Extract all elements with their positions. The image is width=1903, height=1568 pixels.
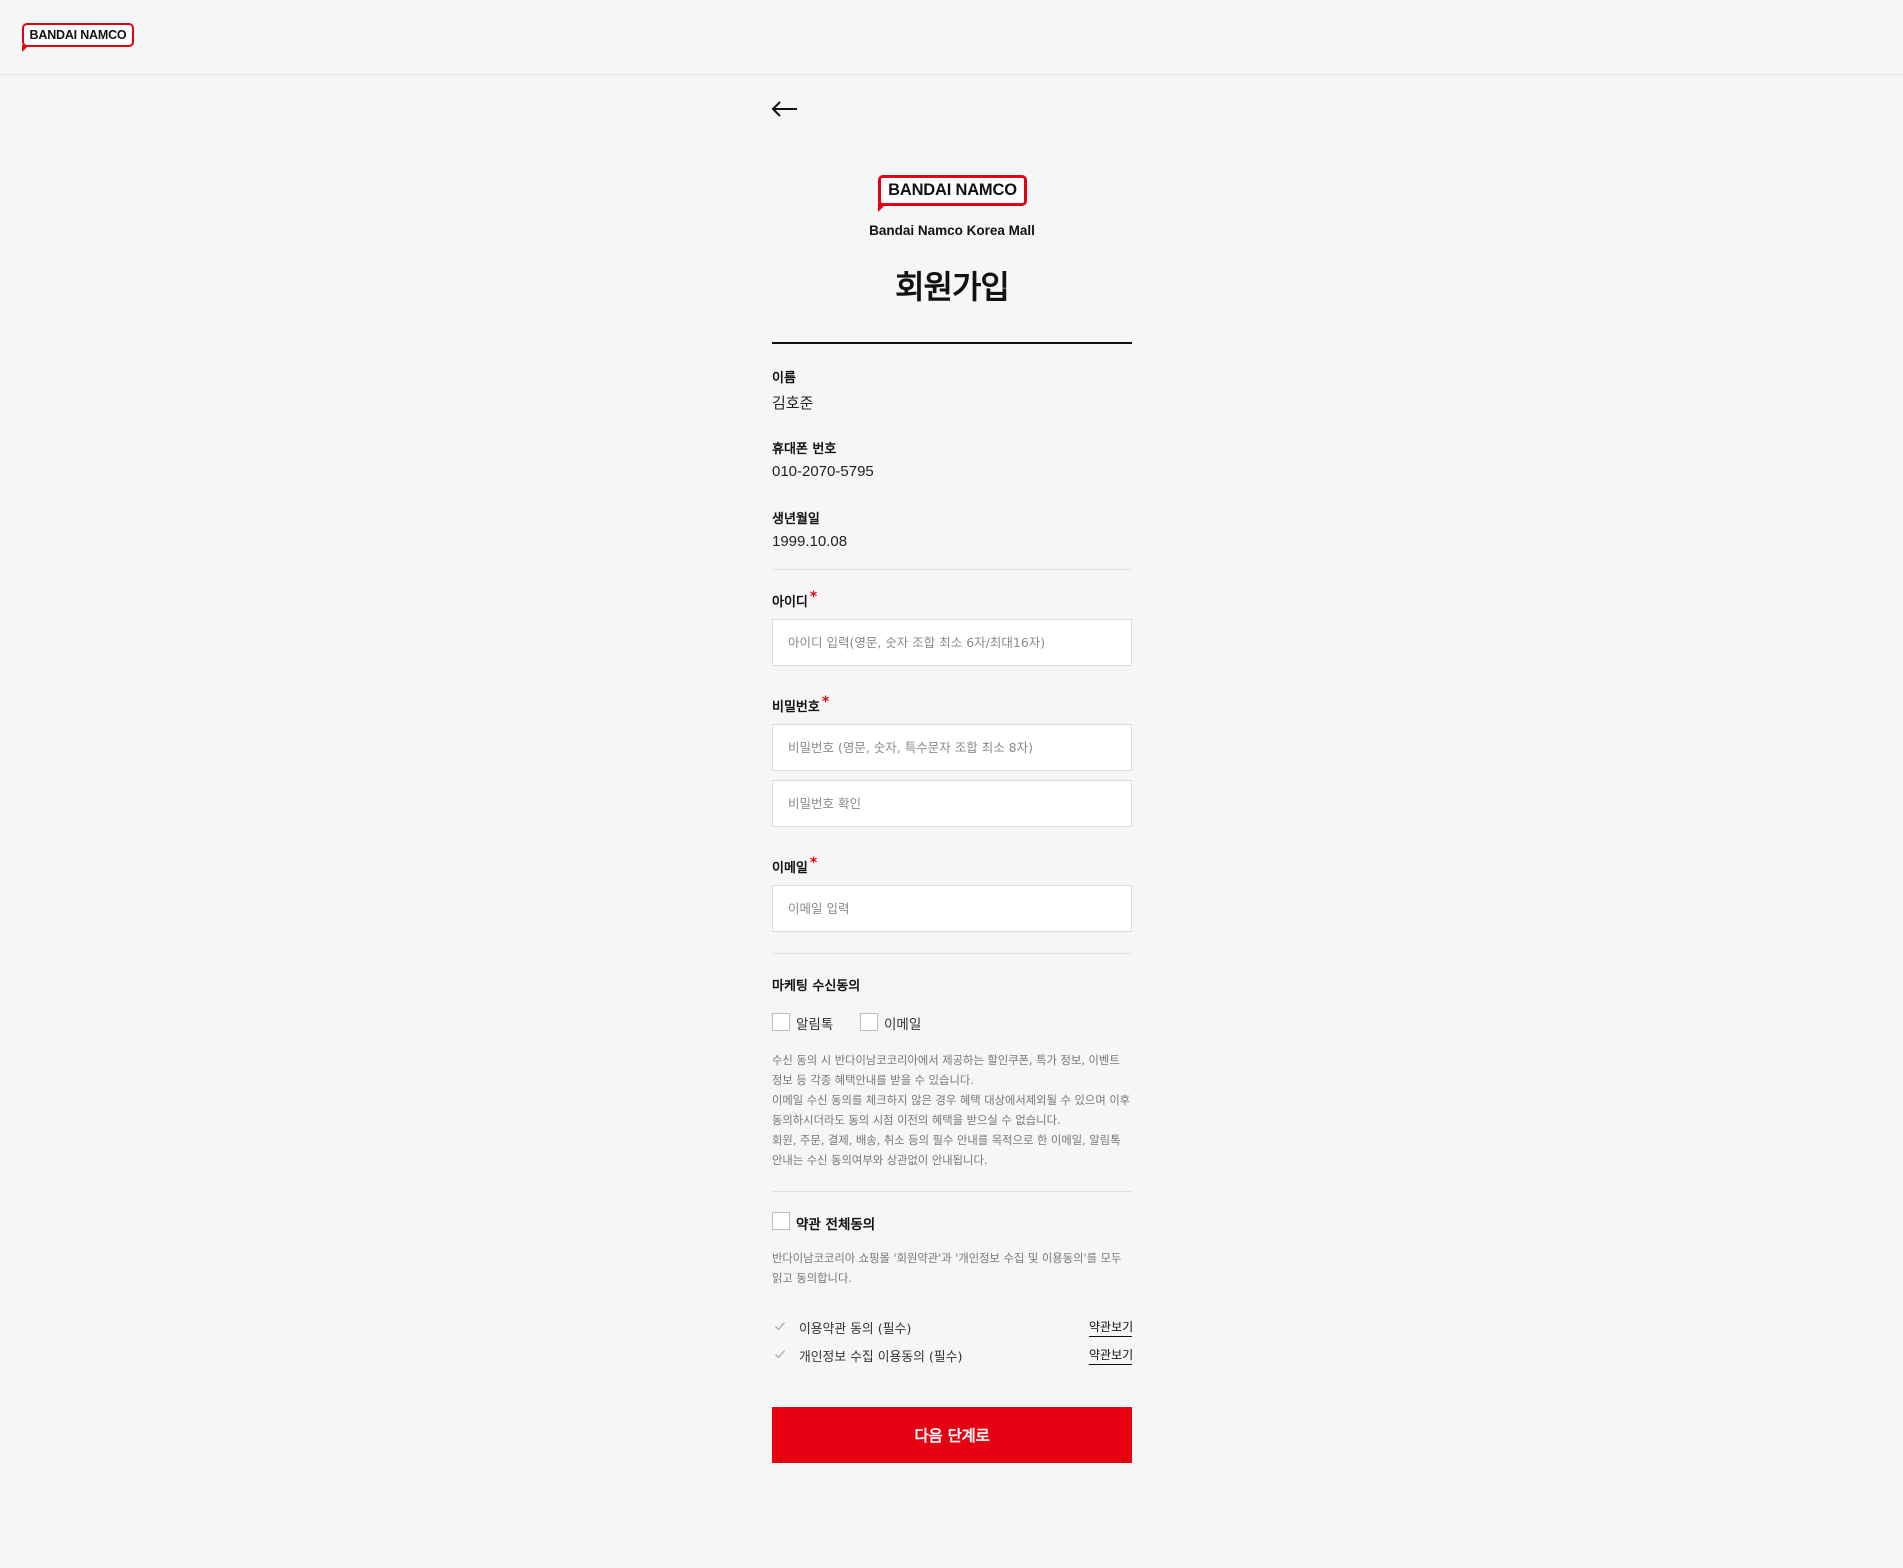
privacy-consent-label[interactable]: 개인정보 수집 이용동의 (필수) [799,1346,962,1365]
name-value: 김호준 [772,395,814,412]
check-icon[interactable] [774,1348,786,1360]
birth-value: 1999.10.08 [772,533,848,550]
phone-label: 휴대폰 번호 [772,442,837,457]
terms-of-use-view-link[interactable]: 약관보기 [1089,1318,1133,1337]
agree-all-label[interactable]: 약관 전체동의 [796,1213,875,1233]
brand-logo: BANDAI NAMCO [878,175,1027,212]
required-mark: * [809,589,818,605]
privacy-view-link[interactable]: 약관보기 [1089,1346,1133,1365]
email-label-text: 이메일 [772,861,808,876]
password-input[interactable] [772,724,1132,771]
phone-value: 010-2070-5795 [772,463,874,480]
email-input[interactable] [772,885,1132,932]
header-logo-text: BANDAI NAMCO [29,28,127,42]
notice-line: 동의하시더라도 동의 시점 이전의 혜택을 받으실 수 없습니다. [772,1114,1061,1127]
notice-line: 수신 동의 시 반다이남코코리아에서 제공하는 할인쿠폰, 특가 정보, 이벤트 [772,1054,1120,1067]
marketing-notice: 수신 동의 시 반다이남코코리아에서 제공하는 할인쿠폰, 특가 정보, 이벤트… [772,1051,1134,1171]
brand-logo-text: BANDAI NAMCO [888,181,1017,199]
required-mark: * [809,855,818,871]
email-consent-checkbox[interactable] [860,1013,878,1031]
id-label: 아이디 * [772,589,818,610]
back-button[interactable] [770,94,800,124]
email-consent-label[interactable]: 이메일 [884,1013,921,1033]
password-label: 비밀번호 * [772,694,830,715]
notice-line: 반다이남코코리아 쇼핑몰 '회원약관'과 '개인정보 수집 및 이용동의'를 모… [772,1252,1122,1265]
terms-of-use-label[interactable]: 이용약관 동의 (필수) [799,1318,911,1337]
marketing-divider [772,1191,1132,1192]
notice-line: 안내는 수신 동의여부와 상관없이 안내됩니다. [772,1154,988,1167]
terms-notice: 반다이남코코리아 쇼핑몰 '회원약관'과 '개인정보 수집 및 이용동의'를 모… [772,1249,1134,1289]
birth-label: 생년월일 [772,512,820,527]
form-divider [772,953,1132,954]
next-step-button[interactable]: 다음 단계로 [772,1407,1132,1463]
required-mark: * [821,694,830,710]
name-label: 이름 [772,371,796,386]
password-confirm-input[interactable] [772,780,1132,827]
notice-line: 회원, 주문, 결제, 배송, 취소 등의 필수 안내를 목적으로 한 이메일,… [772,1134,1121,1147]
id-input[interactable] [772,619,1132,666]
notice-line: 읽고 동의합니다. [772,1272,852,1285]
check-icon[interactable] [774,1320,786,1332]
top-header: BANDAI NAMCO [0,0,1903,75]
email-label: 이메일 * [772,855,818,876]
page-title: 회원가입 [895,268,1010,306]
agree-all-checkbox[interactable] [772,1212,790,1230]
arrow-left-icon [771,101,797,117]
alimtalk-checkbox[interactable] [772,1013,790,1031]
alimtalk-label[interactable]: 알림톡 [796,1013,833,1033]
profile-divider [772,569,1132,570]
password-label-text: 비밀번호 [772,700,820,715]
id-label-text: 아이디 [772,595,808,610]
mall-subtitle: Bandai Namco Korea Mall [869,223,1035,238]
title-divider [772,342,1132,344]
header-logo[interactable]: BANDAI NAMCO [21,23,134,52]
notice-line: 이메일 수신 동의를 체크하지 않은 경우 혜택 대상에서제외될 수 있으며 이… [772,1094,1131,1107]
marketing-label: 마케팅 수신동의 [772,979,861,994]
notice-line: 정보 등 각종 혜택안내를 받을 수 있습니다. [772,1074,974,1087]
